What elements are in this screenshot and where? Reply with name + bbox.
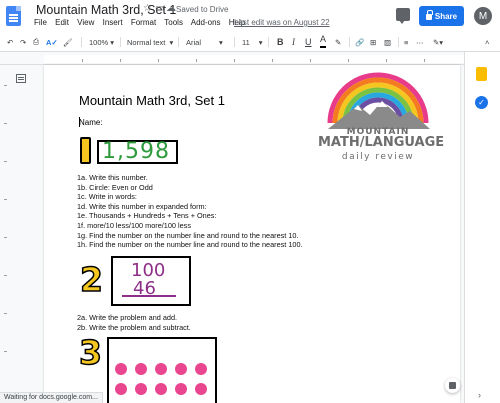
align-icon[interactable]: ≡ <box>404 32 408 52</box>
status-bar: Waiting for docs.google.com... <box>0 392 103 403</box>
spellcheck-icon[interactable]: A✓ <box>46 32 58 52</box>
redo-icon[interactable]: ↷ <box>20 32 26 52</box>
menu-view[interactable]: View <box>77 18 94 27</box>
cloud-saved-icon: ☁ <box>166 3 176 14</box>
comment-history-icon[interactable] <box>396 8 410 24</box>
prompt-1a: 1a. Write this number. <box>77 173 148 182</box>
dot <box>115 363 127 375</box>
tasks-icon[interactable]: ✓ <box>475 96 488 109</box>
name-label: Name: <box>79 118 103 127</box>
dot <box>175 383 187 395</box>
prompt-1b: 1b. Circle: Even or Odd <box>77 182 153 192</box>
paint-format-icon[interactable]: 🖌 <box>63 32 73 52</box>
vertical-ruler[interactable] <box>4 65 8 403</box>
bold-button[interactable]: B <box>277 32 284 52</box>
section-1-number: 1,598 <box>102 139 170 164</box>
dot <box>195 383 207 395</box>
print-icon[interactable]: ⎙ <box>33 32 39 52</box>
logo-text-line3: daily review <box>341 152 415 162</box>
section-3-badge: 3 <box>78 332 102 373</box>
section-2-problem-box: 100 46 <box>111 256 191 306</box>
prompt-1g: 1g. Find the number on the number line a… <box>77 230 299 240</box>
move-folder-icon[interactable]: ▭ <box>155 3 164 14</box>
section-1-prompts: 1a. Write this number. 1b. Circle: Even … <box>77 173 303 250</box>
document-page[interactable]: Mountain Math 3rd, Set 1 Name: MOUNTAIN … <box>44 65 460 403</box>
section-2-prompts: 2a. Write the problem and add. 2b. Write… <box>77 313 191 332</box>
share-button[interactable]: Share <box>419 6 464 26</box>
dot <box>135 383 147 395</box>
dot <box>115 383 127 395</box>
rainbow-mountain-icon <box>327 72 430 129</box>
mountain-math-logo: MOUNTAIN MATH/LANGUAGE daily review <box>318 71 445 165</box>
section-1-badge <box>80 137 91 164</box>
keep-icon[interactable] <box>476 67 487 81</box>
zoom-select[interactable]: 100% ▾ <box>89 32 114 52</box>
toolbar: ↶ ↷ ⎙ A✓ 🖌 100% ▾ Normal text ▾ Arial ▾ 1… <box>0 32 500 52</box>
prompt-1d: 1d. Write this number in expanded form: <box>77 201 207 211</box>
text-color-button[interactable]: A <box>320 32 327 48</box>
dot <box>135 363 147 375</box>
dot <box>195 363 207 375</box>
font-size-select[interactable]: 11 ▾ <box>242 32 263 52</box>
lock-icon <box>425 10 433 20</box>
dot <box>155 383 167 395</box>
link-icon[interactable]: 🔗 <box>355 32 364 52</box>
prompt-2a: 2a. Write the problem and add. <box>77 313 178 322</box>
menu-tools[interactable]: Tools <box>164 18 183 27</box>
prompt-1h: 1h. Find the number on the number line a… <box>77 240 303 250</box>
section-2-rule-line <box>122 295 176 297</box>
undo-icon[interactable]: ↶ <box>7 32 13 52</box>
logo-text-line2: MATH/LANGUAGE <box>318 135 445 150</box>
menu-edit[interactable]: Edit <box>55 18 69 27</box>
page-title: Mountain Math 3rd, Set 1 <box>79 93 225 108</box>
last-edit-link[interactable]: Last edit was on August 22 <box>234 18 330 27</box>
menu-addons[interactable]: Add-ons <box>191 18 221 27</box>
dot <box>175 363 187 375</box>
style-select[interactable]: Normal text ▾ <box>127 32 173 52</box>
editing-mode-icon[interactable]: ✎▾ <box>433 32 443 52</box>
document-outline-icon[interactable] <box>16 74 26 83</box>
horizontal-ruler[interactable] <box>0 53 464 65</box>
prompt-1c: 1c. Write in words: <box>77 192 137 202</box>
star-icon[interactable]: ☆ <box>143 3 152 14</box>
menu-format[interactable]: Format <box>131 18 156 27</box>
avatar[interactable]: M <box>474 7 492 25</box>
side-panel: ✓ <box>464 52 500 403</box>
expand-panel-icon[interactable]: › <box>478 390 481 400</box>
collapse-menu-icon[interactable]: ˄ <box>485 32 489 52</box>
insert-comment-icon[interactable]: ⊞ <box>370 32 376 52</box>
more-icon[interactable]: ⋯ <box>416 32 424 52</box>
section-2-badge: 2 <box>79 259 103 300</box>
prompt-2b: 2b. Write the problem and subtract. <box>77 322 191 332</box>
menu-insert[interactable]: Insert <box>103 18 123 27</box>
saved-status: Saved to Drive <box>176 5 229 14</box>
dot <box>155 363 167 375</box>
prompt-1e: 1e. Thousands + Hundreds + Tens + Ones: <box>77 211 217 221</box>
share-label: Share <box>434 11 458 21</box>
section-3-dots-box <box>107 337 217 403</box>
explore-button[interactable] <box>445 378 460 393</box>
menu-file[interactable]: File <box>34 18 47 27</box>
docs-logo-icon[interactable] <box>6 6 21 26</box>
menu-bar: File Edit View Insert Format Tools Add-o… <box>34 18 251 27</box>
highlight-icon[interactable]: ✎ <box>335 32 341 52</box>
font-select[interactable]: Arial ▾ <box>186 32 223 52</box>
title-bar: Mountain Math 3rd, Set 1 ☆ ▭ ☁ Saved to … <box>0 0 500 32</box>
prompt-1f: 1f. more/10 less/100 more/100 less <box>77 220 191 230</box>
underline-button[interactable]: U <box>305 32 312 52</box>
italic-button[interactable]: I <box>292 32 295 52</box>
insert-image-icon[interactable]: ▨ <box>384 32 391 52</box>
section-1-number-box: 1,598 <box>97 139 178 164</box>
